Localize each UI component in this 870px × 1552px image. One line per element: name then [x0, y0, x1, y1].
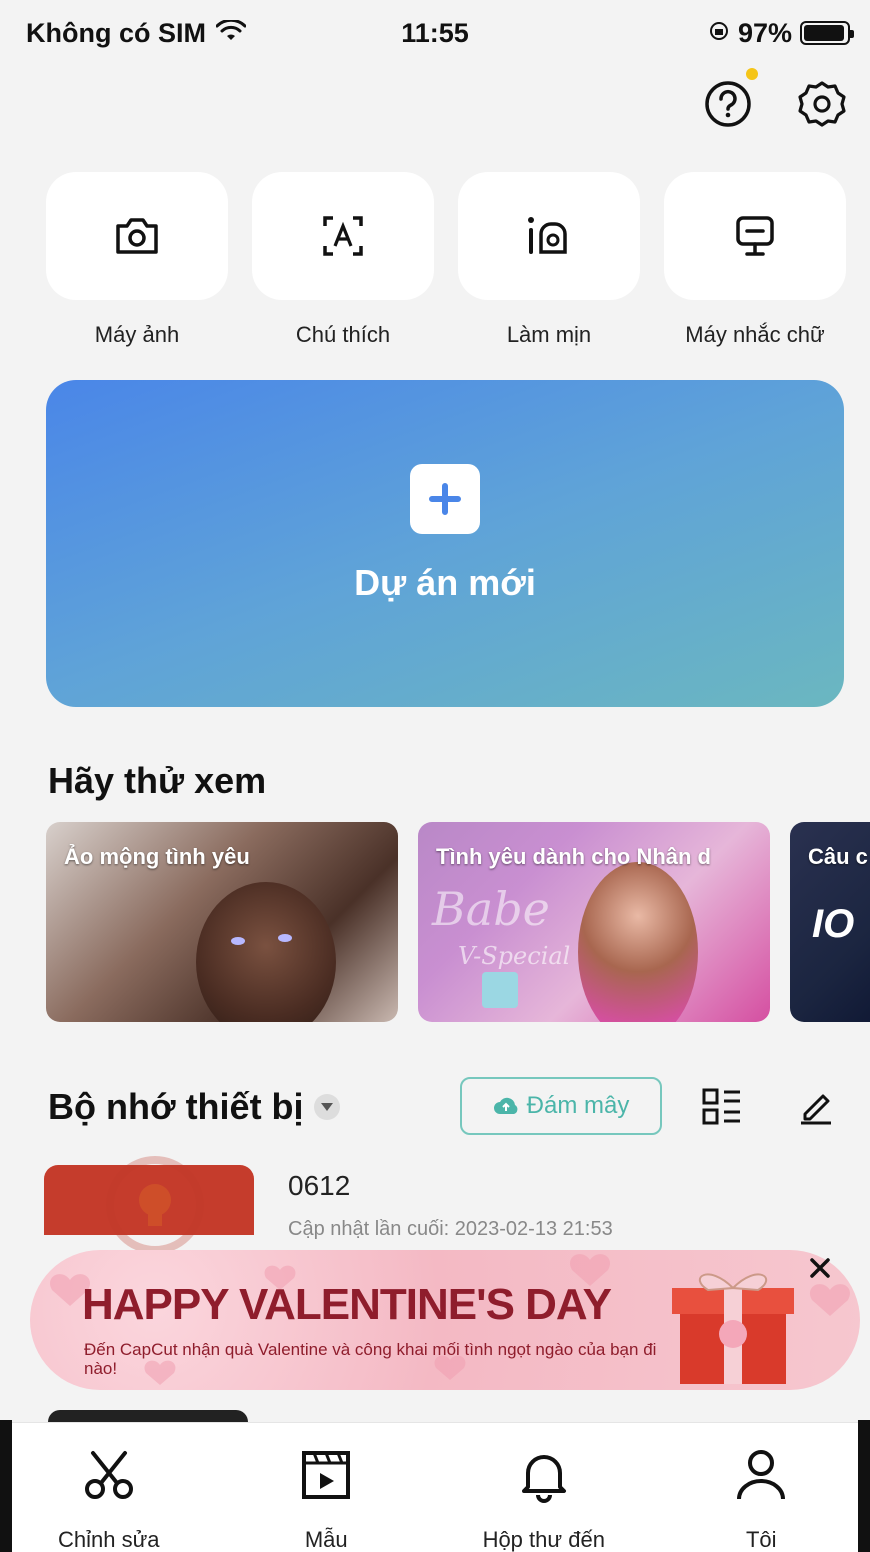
valentine-banner[interactable]: HAPPY VALENTINE'S DAY Đến CapCut nhận qu… [30, 1250, 860, 1390]
try-section-title: Hãy thử xem [48, 760, 267, 801]
frame-edge-right [858, 1420, 870, 1552]
tab-label: Mẫu [304, 1527, 348, 1552]
tool-card[interactable] [252, 172, 434, 300]
try-card[interactable]: IO Câu c [790, 822, 870, 1022]
chevron-down-icon [313, 1094, 340, 1120]
auto-caption-icon [323, 216, 363, 256]
pencil-icon [801, 1094, 831, 1125]
glowing-eye [278, 934, 292, 942]
template-icon [296, 1447, 356, 1503]
new-project-label: Dự án mới [354, 561, 536, 603]
banner-title: HAPPY VALENTINE'S DAY [82, 1280, 612, 1329]
project-name[interactable]: 0612 [288, 1170, 350, 1202]
grid-view-button[interactable] [702, 1088, 742, 1131]
tab-bar: Chỉnh sửa Mẫu Hộp thư đến Tôi [0, 1422, 870, 1552]
edit-button[interactable] [797, 1086, 835, 1131]
try-card[interactable]: Ảo mộng tình yêu [46, 822, 398, 1022]
try-card-title: Câu c [808, 844, 868, 869]
gear-icon [798, 81, 846, 127]
settings-button[interactable] [796, 78, 848, 130]
cloud-label: Đám mây [526, 1092, 630, 1119]
watermark-logo [100, 1150, 210, 1265]
gift-box-icon [672, 1273, 794, 1384]
portrait-image [196, 882, 336, 1022]
tab-profile[interactable]: Tôi [653, 1423, 870, 1552]
help-icon [705, 81, 751, 127]
plus-icon [410, 463, 480, 534]
tool-label: Chú thích [295, 322, 391, 347]
try-card-title: Tình yêu dành cho Nhân d [436, 844, 711, 869]
profile-icon [731, 1447, 791, 1503]
battery-icon [800, 21, 854, 45]
glowing-eye [231, 937, 245, 945]
tab-label: Tôi [745, 1527, 777, 1552]
tool-label: Máy ảnh [94, 322, 180, 347]
tool-card[interactable] [458, 172, 640, 300]
portrait-image [578, 862, 698, 1022]
quick-tools: Máy ảnh Chú thích Làm mịn Máy nhắc chữ [46, 172, 846, 348]
try-carousel[interactable]: Ảo mộng tình yêu Babe V-Special Tình yêu… [46, 822, 870, 1022]
close-icon [810, 1258, 830, 1278]
teleprompter-icon [736, 216, 774, 256]
scissors-icon [79, 1447, 139, 1503]
tool-label: Máy nhắc chữ [685, 322, 825, 347]
cloud-button[interactable]: Đám mây [460, 1077, 662, 1135]
notification-dot [746, 68, 758, 80]
storage-title: Bộ nhớ thiết bị [48, 1086, 304, 1127]
card-art-text: IO [812, 902, 855, 946]
tool-teleprompter[interactable]: Máy nhắc chữ [664, 172, 846, 348]
list-view-icon [702, 1088, 740, 1125]
top-actions [702, 68, 848, 130]
tool-label: Làm mịn [506, 322, 592, 347]
tab-label: Chỉnh sửa [57, 1527, 160, 1552]
storage-dropdown[interactable]: Bộ nhớ thiết bị [48, 1086, 340, 1128]
tool-card[interactable] [664, 172, 846, 300]
new-project-button[interactable]: Dự án mới [46, 380, 844, 707]
help-button[interactable] [702, 68, 758, 130]
card-art-text: Babe [432, 882, 550, 936]
status-time: 11:55 [401, 17, 469, 48]
banner-subtitle: Đến CapCut nhận quà Valentine và công kh… [84, 1340, 657, 1378]
try-card[interactable]: Babe V-Special Tình yêu dành cho Nhân d [418, 822, 770, 1022]
retouch-icon [528, 217, 567, 254]
tool-card[interactable] [46, 172, 228, 300]
card-art-text: V-Special [458, 942, 571, 970]
status-bar: Không có SIM 11:55 97% [0, 0, 870, 66]
cloud-upload-icon [493, 1097, 518, 1114]
tab-inbox[interactable]: Hộp thư đến [435, 1423, 653, 1552]
tab-templates[interactable]: Mẫu [218, 1423, 436, 1552]
tab-edit[interactable]: Chỉnh sửa [0, 1423, 218, 1552]
tab-label: Hộp thư đến [482, 1527, 605, 1552]
frame-edge-left [0, 1420, 12, 1552]
tool-camera[interactable]: Máy ảnh [46, 172, 228, 348]
project-date: Cập nhật lần cuối: 2023-02-13 21:53 [288, 1218, 613, 1240]
camera-icon [116, 218, 158, 254]
try-card-title: Ảo mộng tình yêu [64, 844, 250, 869]
bell-icon [514, 1447, 574, 1503]
gift-icon [482, 972, 518, 1008]
tool-retouch[interactable]: Làm mịn [458, 172, 640, 348]
tool-auto-caption[interactable]: Chú thích [252, 172, 434, 348]
close-banner-button[interactable] [800, 1252, 840, 1284]
